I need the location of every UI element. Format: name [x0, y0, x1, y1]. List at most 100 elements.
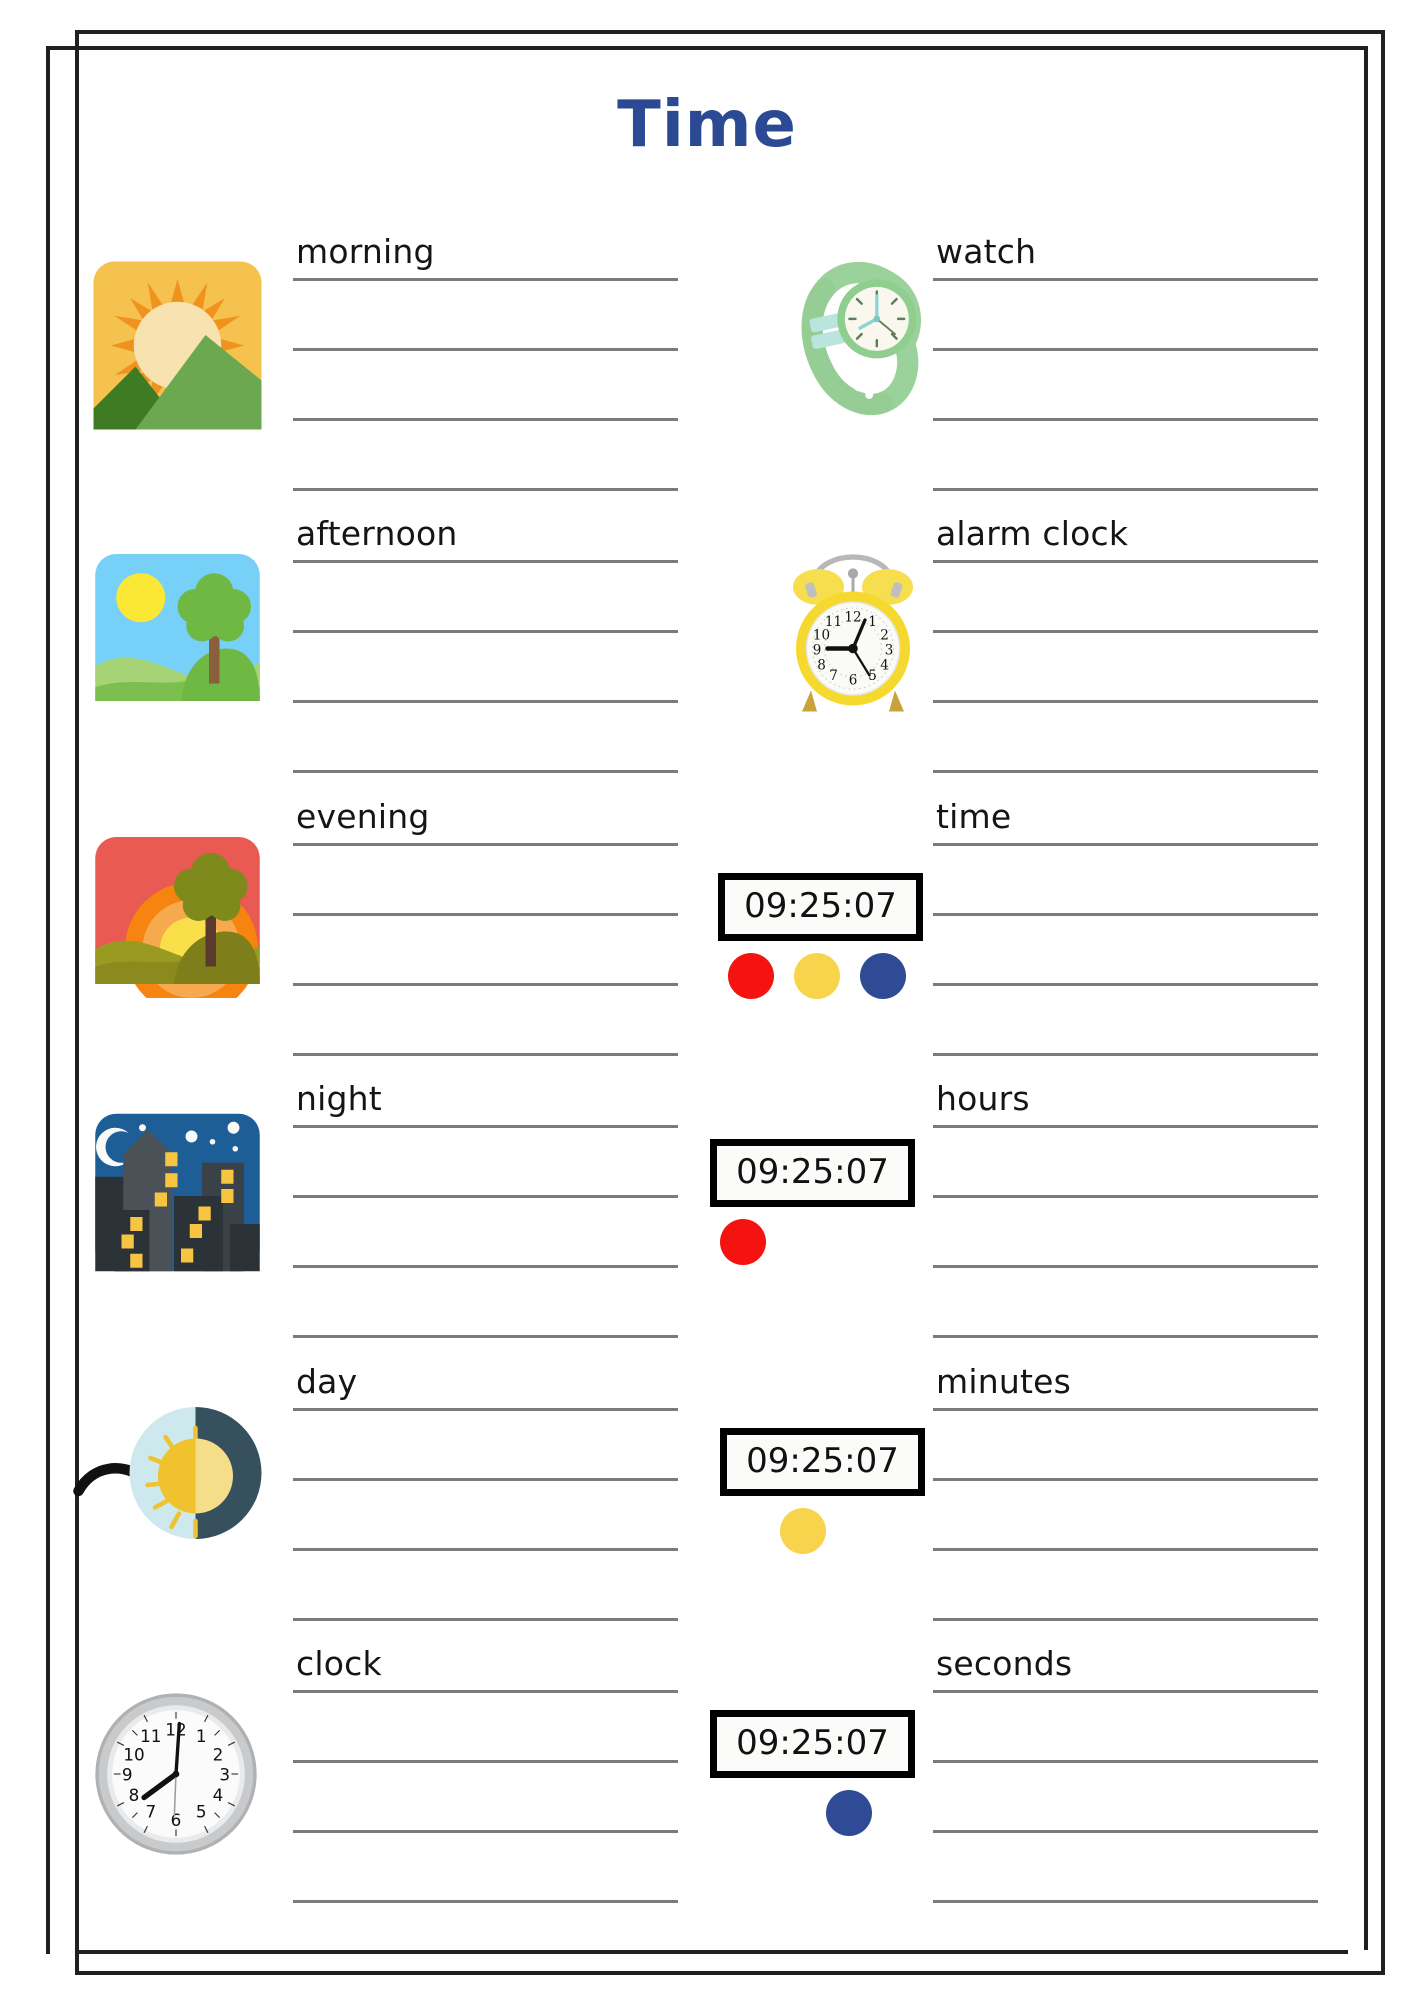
writing-line[interactable] [933, 983, 1318, 986]
writing-line[interactable] [933, 488, 1318, 491]
writing-line[interactable] [933, 1125, 1318, 1128]
writing-line[interactable] [293, 1690, 678, 1693]
sunrise-mountains-icon [90, 258, 275, 458]
writing-line[interactable] [933, 770, 1318, 773]
writing-lines-minutes: minutes [933, 1360, 1318, 1621]
color-dot-group-seconds [826, 1790, 872, 1836]
color-dot-yellow[interactable] [794, 953, 840, 999]
vocab-word: clock [296, 1644, 382, 1683]
writing-lines-night: night [293, 1077, 678, 1338]
svg-text:5: 5 [196, 1802, 207, 1822]
writing-line[interactable] [933, 1618, 1318, 1621]
entry-alarm-clock: 12 1 2 3 4 5 6 7 8 9 10 11 alarm clock [718, 512, 1318, 792]
digital-clock-display-time[interactable]: 09:25:07 [718, 873, 923, 941]
writing-line[interactable] [933, 418, 1318, 421]
vocab-word: afternoon [296, 514, 458, 553]
vocab-word: evening [296, 797, 430, 836]
svg-text:4: 4 [880, 658, 889, 674]
digital-clock-value: 09:25:07 [736, 1152, 889, 1192]
writing-line[interactable] [933, 1760, 1318, 1763]
writing-line[interactable] [293, 348, 678, 351]
writing-line[interactable] [293, 1265, 678, 1268]
svg-text:6: 6 [849, 673, 858, 689]
writing-line[interactable] [293, 1125, 678, 1128]
wall-clock-illustration: 12 1 2 3 4 5 6 7 8 9 10 11 [92, 1690, 277, 1890]
writing-line[interactable] [933, 1335, 1318, 1338]
writing-line[interactable] [293, 560, 678, 563]
writing-lines-time: time [933, 795, 1318, 1056]
writing-line[interactable] [933, 913, 1318, 916]
svg-text:3: 3 [219, 1765, 230, 1785]
writing-line[interactable] [293, 1830, 678, 1833]
day-night-cycle-icon [70, 1398, 262, 1598]
writing-line[interactable] [293, 770, 678, 773]
writing-line[interactable] [293, 913, 678, 916]
svg-text:7: 7 [145, 1802, 156, 1822]
writing-line[interactable] [933, 1900, 1318, 1903]
writing-line[interactable] [933, 1265, 1318, 1268]
writing-line[interactable] [293, 1053, 678, 1056]
writing-line[interactable] [933, 1830, 1318, 1833]
writing-line[interactable] [933, 1195, 1318, 1198]
digital-clock-value: 09:25:07 [736, 1723, 889, 1763]
writing-line[interactable] [293, 418, 678, 421]
writing-line[interactable] [293, 1760, 678, 1763]
entry-seconds: 09:25:07 seconds [710, 1642, 1318, 1922]
writing-line[interactable] [293, 1548, 678, 1551]
writing-lines-seconds: seconds [933, 1642, 1318, 1903]
digital-clock-display-seconds[interactable]: 09:25:07 [710, 1710, 915, 1778]
writing-line[interactable] [293, 630, 678, 633]
writing-line[interactable] [293, 1618, 678, 1621]
writing-line[interactable] [293, 983, 678, 986]
color-dot-group-time [728, 953, 906, 999]
writing-line[interactable] [293, 1408, 678, 1411]
digital-clock-value: 09:25:07 [744, 886, 897, 926]
writing-lines-afternoon: afternoon [293, 512, 678, 773]
vocab-word: alarm clock [936, 514, 1129, 553]
writing-line[interactable] [933, 843, 1318, 846]
writing-line[interactable] [933, 278, 1318, 281]
svg-text:1: 1 [196, 1726, 207, 1746]
svg-text:8: 8 [129, 1785, 140, 1805]
svg-text:12: 12 [844, 610, 861, 626]
color-dot-red[interactable] [720, 1219, 766, 1265]
writing-line[interactable] [933, 630, 1318, 633]
writing-line[interactable] [933, 560, 1318, 563]
svg-text:12: 12 [165, 1719, 186, 1739]
writing-line[interactable] [933, 1478, 1318, 1481]
writing-line[interactable] [933, 1053, 1318, 1056]
color-dot-blue[interactable] [826, 1790, 872, 1836]
entry-evening: evening [78, 795, 678, 1075]
writing-line[interactable] [293, 1335, 678, 1338]
writing-line[interactable] [933, 1548, 1318, 1551]
color-dot-yellow[interactable] [780, 1508, 826, 1554]
entry-morning: morning [78, 230, 678, 510]
writing-line[interactable] [933, 700, 1318, 703]
svg-text:10: 10 [123, 1745, 144, 1765]
vocab-word: watch [936, 232, 1037, 271]
daytime-tree-landscape-icon [90, 540, 275, 740]
writing-line[interactable] [293, 1195, 678, 1198]
writing-line[interactable] [293, 843, 678, 846]
entry-afternoon: afternoon [78, 512, 678, 792]
writing-line[interactable] [293, 700, 678, 703]
svg-text:2: 2 [213, 1745, 224, 1765]
svg-text:3: 3 [885, 643, 894, 659]
night-cityscape-icon [90, 1105, 275, 1305]
vocab-word: day [296, 1362, 358, 1401]
digital-clock-display-minutes[interactable]: 09:25:07 [720, 1428, 925, 1496]
svg-text:4: 4 [213, 1785, 224, 1805]
writing-line[interactable] [293, 1478, 678, 1481]
writing-line[interactable] [293, 1900, 678, 1903]
writing-line[interactable] [293, 278, 678, 281]
color-dot-blue[interactable] [860, 953, 906, 999]
writing-line[interactable] [933, 1690, 1318, 1693]
writing-lines-alarm-clock: alarm clock [933, 512, 1318, 773]
entry-minutes: 09:25:07 minutes [718, 1360, 1318, 1640]
entry-watch: watch [718, 230, 1318, 510]
digital-clock-display-hours[interactable]: 09:25:07 [710, 1139, 915, 1207]
color-dot-red[interactable] [728, 953, 774, 999]
writing-line[interactable] [933, 1408, 1318, 1411]
writing-line[interactable] [293, 488, 678, 491]
writing-line[interactable] [933, 348, 1318, 351]
